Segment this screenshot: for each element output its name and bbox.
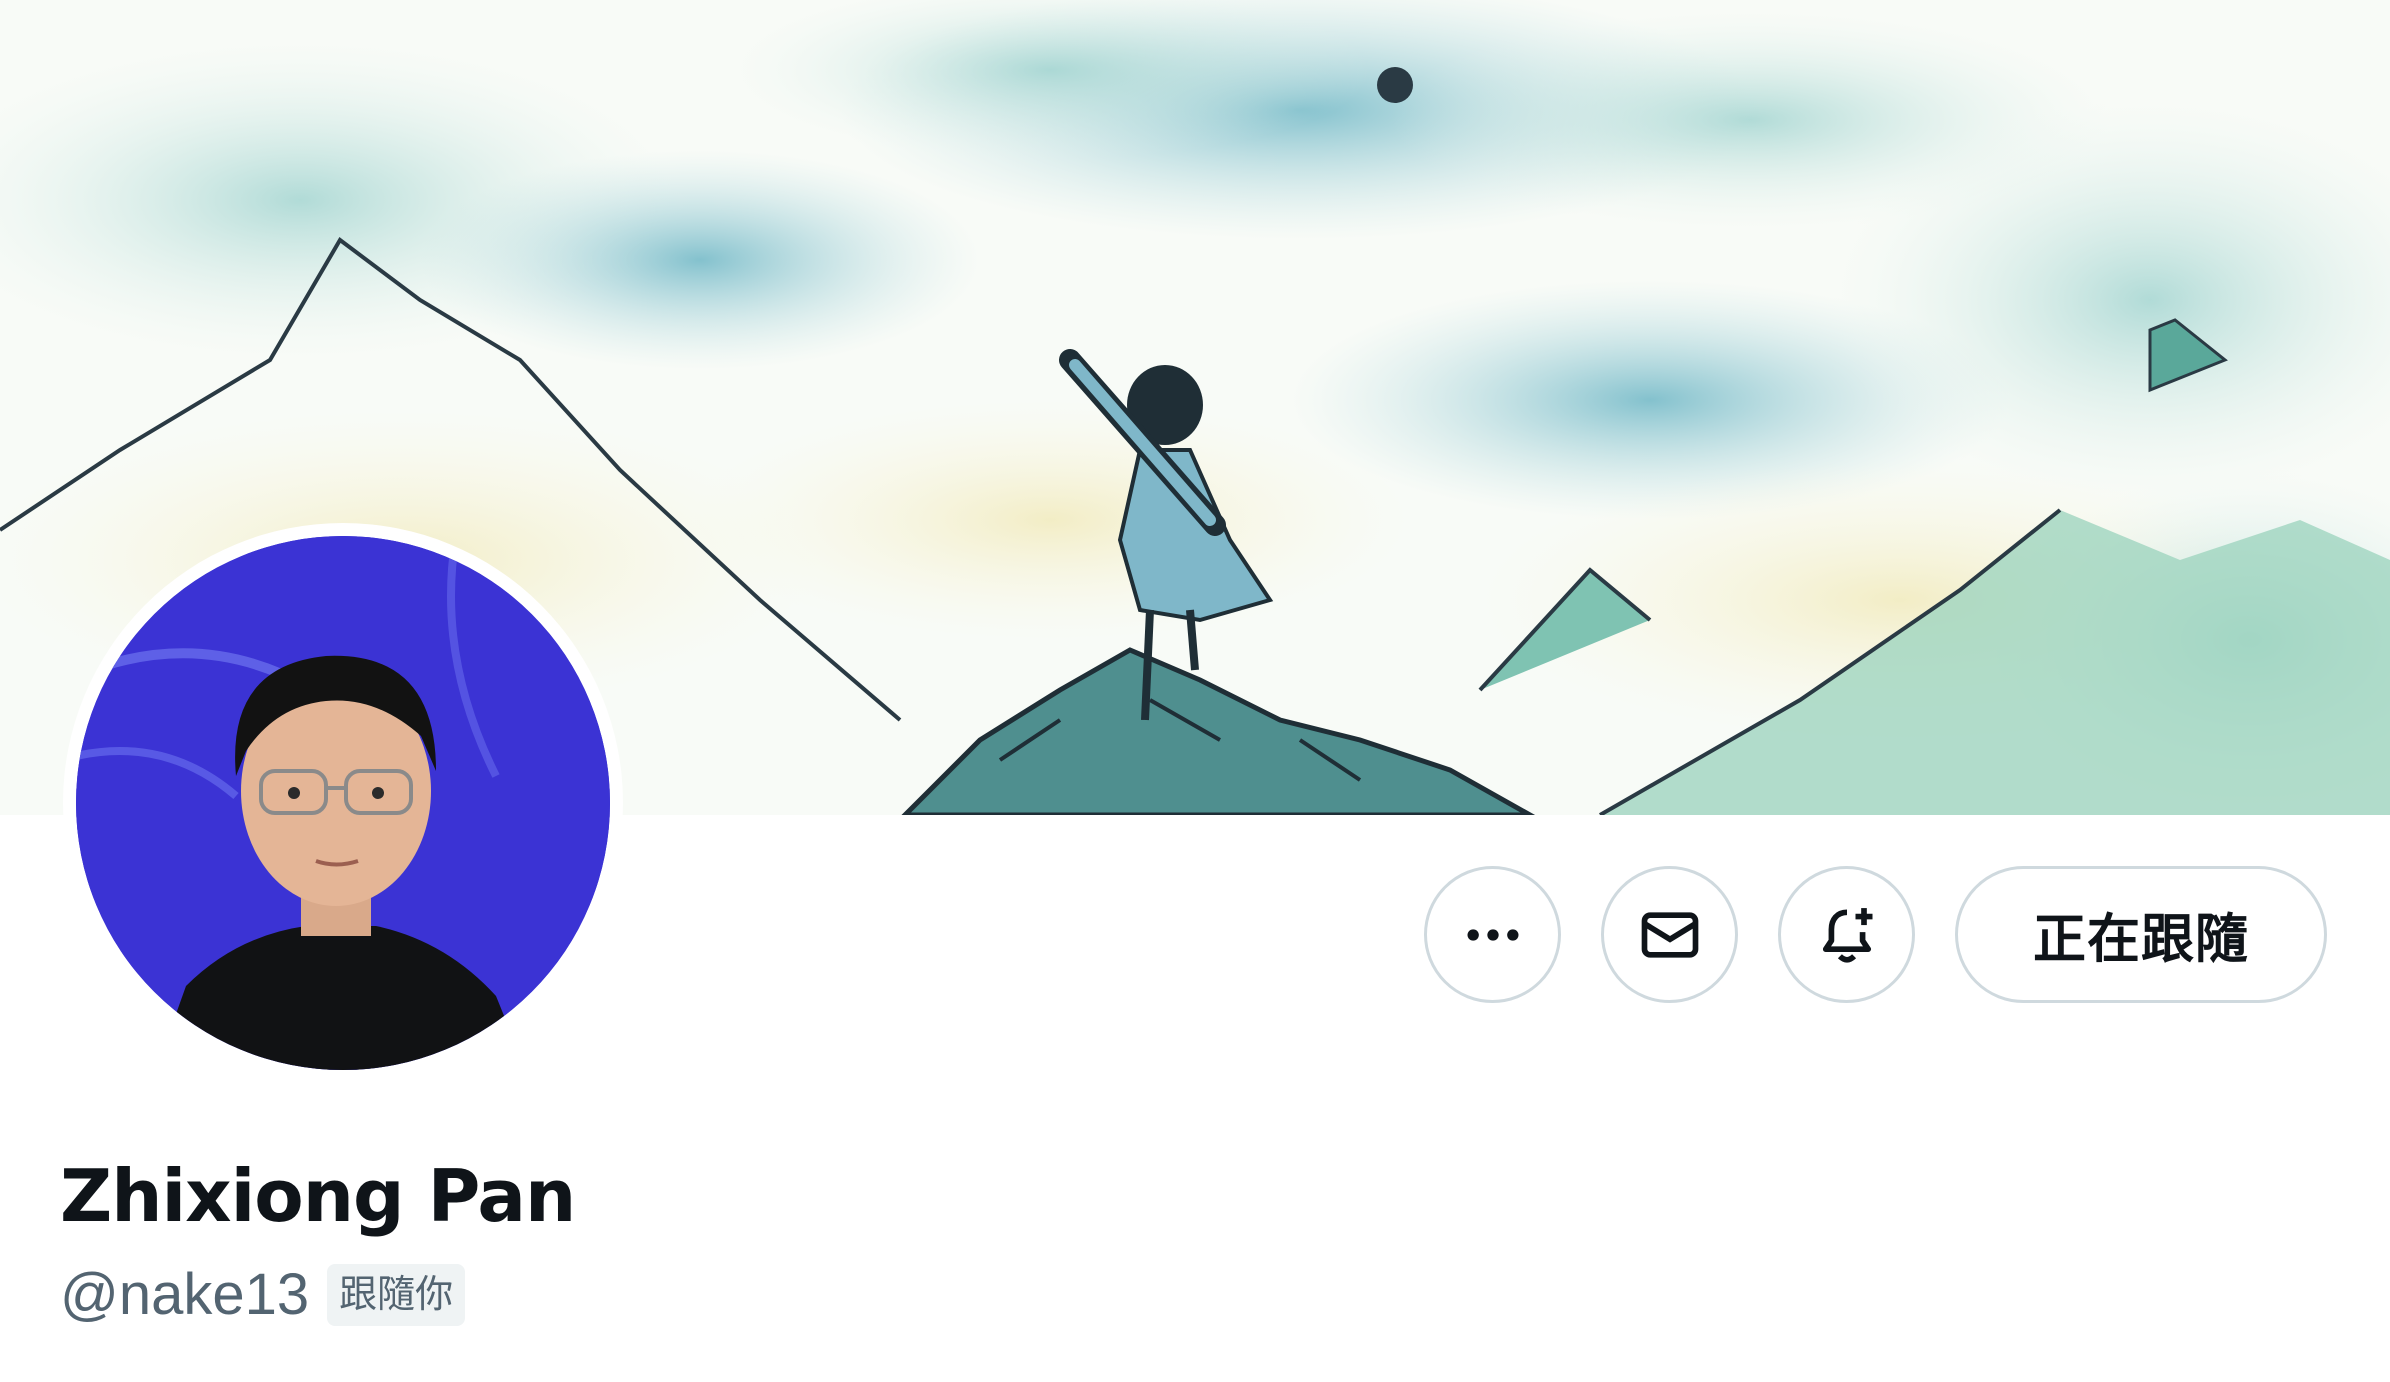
notify-button[interactable] xyxy=(1778,866,1915,1003)
message-button[interactable] xyxy=(1601,866,1738,1003)
avatar-photo xyxy=(76,536,610,1070)
display-name: Zhixiong Pan xyxy=(60,1154,576,1238)
following-button[interactable]: 正在跟隨 xyxy=(1955,866,2327,1003)
handle-row: @nake13 跟隨你 xyxy=(60,1261,466,1327)
avatar-ring xyxy=(63,523,623,1083)
more-button[interactable] xyxy=(1424,866,1561,1003)
user-handle: @nake13 xyxy=(60,1261,310,1327)
follows-you-badge: 跟隨你 xyxy=(327,1264,466,1326)
avatar[interactable] xyxy=(76,536,610,1070)
envelope-icon xyxy=(1641,911,1698,958)
more-horizontal-icon xyxy=(1467,928,1518,941)
profile-actions: 正在跟隨 xyxy=(1424,866,2327,1003)
bell-plus-icon xyxy=(1822,907,1872,963)
profile-page: 正在跟隨 Zhixiong Pan @nake13 跟隨你 xyxy=(0,0,2390,1382)
